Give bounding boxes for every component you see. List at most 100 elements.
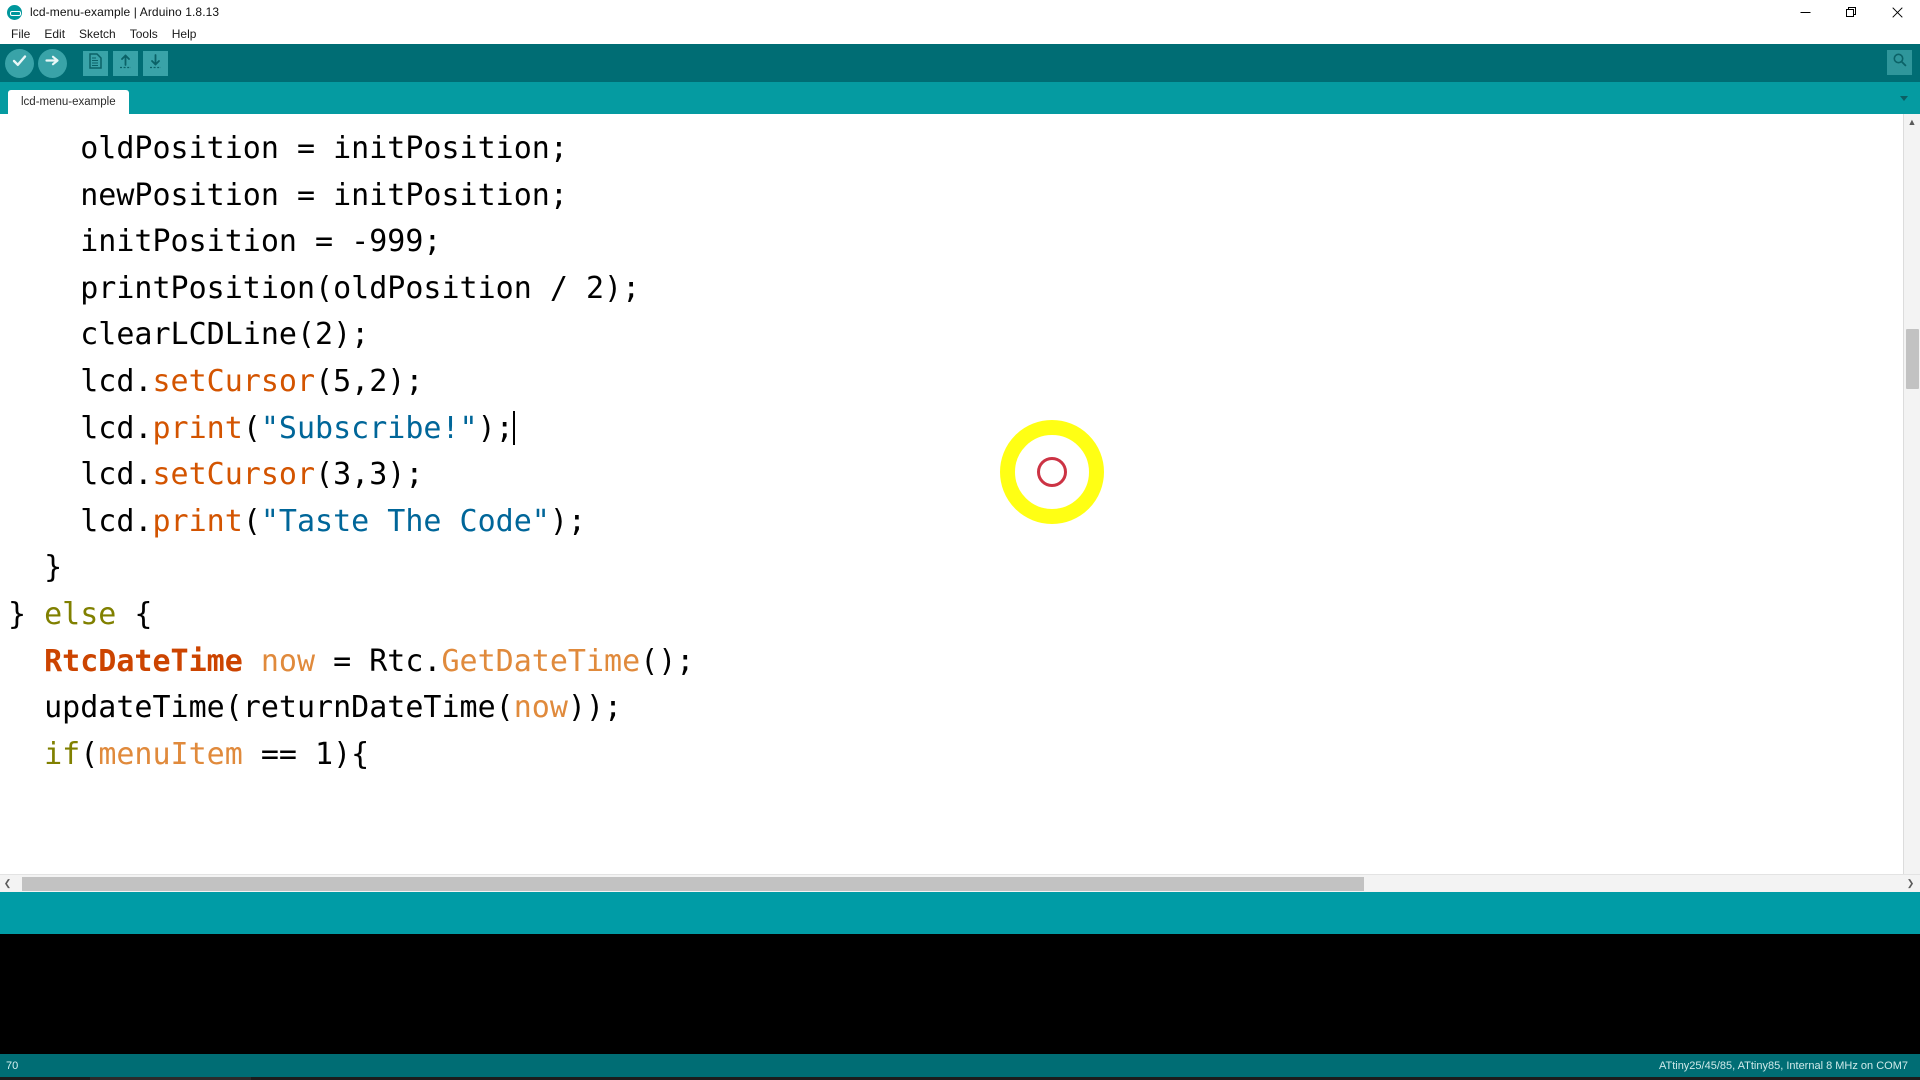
code-line: lcd.setCursor(5,2); [8, 359, 1903, 406]
code-line: initPosition = -999; [8, 219, 1903, 266]
serial-monitor-button[interactable] [1887, 50, 1912, 75]
new-sketch-icon [88, 52, 103, 74]
code-token: (3,3); [315, 457, 424, 493]
code-token: menuItem [98, 736, 243, 772]
menu-edit[interactable]: Edit [37, 26, 72, 42]
text-caret [512, 410, 515, 445]
code-token: (5,2); [315, 363, 424, 399]
arrow-down-save-icon [148, 53, 163, 74]
editor-horizontal-scrollbar[interactable]: ❮ ❯ [0, 874, 1920, 892]
minimize-button[interactable] [1782, 0, 1828, 24]
status-bar: 70 ATtiny25/45/85, ATtiny85, Internal 8 … [0, 1054, 1920, 1077]
scroll-left-arrow-icon[interactable]: ❮ [0, 878, 15, 889]
arduino-logo-icon [7, 4, 22, 20]
arrow-up-open-icon [118, 53, 133, 74]
code-token: } [8, 596, 45, 632]
save-sketch-button[interactable] [143, 50, 168, 76]
code-token: else [44, 596, 117, 632]
scroll-up-arrow-icon[interactable]: ▲ [1904, 114, 1920, 130]
code-token: clearLCDLine(2); [8, 317, 370, 353]
code-line: newPosition = initPosition; [8, 173, 1903, 220]
code-token: newPosition = initPosition; [8, 177, 568, 213]
arrow-right-upload-icon [44, 52, 61, 74]
code-token: } [8, 550, 63, 586]
code-token: == 1){ [242, 736, 370, 772]
code-token: now [260, 643, 316, 679]
code-token: )); [567, 690, 623, 726]
code-token: lcd. [8, 363, 153, 399]
code-token: now [513, 690, 568, 726]
code-token: if [44, 736, 81, 772]
code-token: ( [242, 410, 261, 446]
tab-label: lcd-menu-example [21, 96, 116, 108]
code-token: { [116, 596, 153, 632]
chevron-down-icon [1898, 91, 1910, 109]
code-token: ( [242, 503, 261, 539]
close-button[interactable] [1874, 0, 1920, 24]
code-token: = Rtc. [315, 643, 442, 679]
verify-button[interactable] [5, 48, 34, 78]
code-line: } [8, 545, 1903, 592]
code-line: oldPosition = initPosition; [8, 126, 1903, 173]
code-token: (); [640, 643, 695, 679]
code-token: lcd. [8, 503, 153, 539]
code-editor[interactable]: oldPosition = initPosition; newPosition … [0, 114, 1903, 874]
code-token: ); [477, 410, 514, 446]
menu-file[interactable]: File [4, 26, 37, 42]
console-status-bar [0, 892, 1920, 934]
code-token: "Taste The Code" [260, 503, 550, 539]
editor-vertical-scrollbar[interactable]: ▲ [1903, 114, 1920, 874]
code-token: lcd. [8, 410, 153, 446]
open-sketch-button[interactable] [113, 50, 138, 76]
window-titlebar: lcd-menu-example | Arduino 1.8.13 [0, 0, 1920, 24]
code-token: printPosition(oldPosition / 2); [8, 270, 641, 306]
tab-menu-button[interactable] [1894, 90, 1914, 110]
vertical-scrollbar-thumb[interactable] [1906, 329, 1919, 389]
code-line: } else { [8, 592, 1903, 639]
code-token: print [152, 410, 243, 446]
code-token: "Subscribe!" [260, 410, 478, 446]
menubar: File Edit Sketch Tools Help [0, 24, 1920, 44]
maximize-restore-button[interactable] [1828, 0, 1874, 24]
window-title: lcd-menu-example | Arduino 1.8.13 [30, 5, 220, 19]
tab-strip: lcd-menu-example [0, 82, 1920, 114]
code-token: oldPosition = initPosition; [8, 131, 568, 166]
menu-tools[interactable]: Tools [123, 26, 165, 42]
code-content: oldPosition = initPosition; newPosition … [0, 126, 1903, 778]
editor-area: oldPosition = initPosition; newPosition … [0, 114, 1920, 874]
scroll-right-arrow-icon[interactable]: ❯ [1903, 878, 1918, 889]
code-token: print [152, 503, 243, 539]
new-sketch-button[interactable] [83, 50, 108, 76]
code-token: GetDateTime [441, 643, 641, 679]
code-line: RtcDateTime now = Rtc.GetDateTime(); [8, 639, 1903, 686]
code-token: initPosition = -999; [8, 224, 442, 260]
code-token: ( [80, 736, 99, 772]
upload-button[interactable] [38, 48, 67, 78]
code-token: ); [549, 503, 586, 539]
magnifier-serial-monitor-icon [1892, 52, 1908, 73]
console-output [0, 934, 1920, 1054]
code-token: RtcDateTime [44, 643, 243, 679]
code-token: lcd. [8, 457, 153, 493]
window-controls [1782, 0, 1920, 24]
code-line: lcd.print("Taste The Code"); [8, 499, 1903, 546]
code-line: if(menuItem == 1){ [8, 732, 1903, 779]
checkmark-verify-icon [11, 52, 28, 74]
cursor-line-number: 70 [6, 1059, 19, 1072]
code-line: printPosition(oldPosition / 2); [8, 266, 1903, 313]
menu-sketch[interactable]: Sketch [72, 26, 123, 42]
tab-lcd-menu-example[interactable]: lcd-menu-example [8, 90, 129, 114]
code-token: setCursor [152, 363, 316, 399]
code-token: updateTime(returnDateTime( [8, 690, 514, 726]
code-line: clearLCDLine(2); [8, 312, 1903, 359]
toolbar [0, 44, 1920, 82]
code-token: setCursor [152, 457, 316, 493]
menu-help[interactable]: Help [165, 26, 204, 42]
code-line: lcd.setCursor(3,3); [8, 452, 1903, 499]
code-line: updateTime(returnDateTime(now)); [8, 685, 1903, 732]
board-info-label: ATtiny25/45/85, ATtiny85, Internal 8 MHz… [1658, 1059, 1908, 1072]
horizontal-scrollbar-thumb[interactable] [22, 877, 1364, 891]
